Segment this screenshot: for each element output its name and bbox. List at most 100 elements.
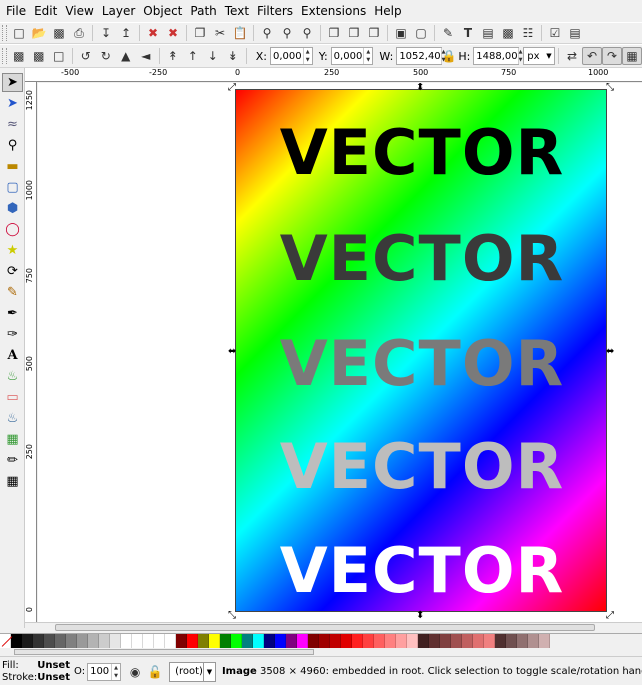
scale-handle-bottom-left[interactable]: ⤡: [228, 611, 236, 621]
paste-icon[interactable]: 📋: [230, 24, 250, 42]
color-swatch[interactable]: [319, 634, 330, 649]
scale-stroke-icon[interactable]: ⇄: [562, 47, 582, 65]
menu-view[interactable]: View: [61, 0, 97, 22]
unit-select[interactable]: px ▼: [523, 47, 555, 65]
selector-tool-icon[interactable]: ➤: [2, 73, 23, 92]
zoom-page-icon[interactable]: ⚲: [297, 24, 317, 42]
color-swatch[interactable]: [418, 634, 429, 649]
color-swatch[interactable]: [286, 634, 297, 649]
color-swatch[interactable]: [231, 634, 242, 649]
stroke-indicator[interactable]: Unset: [37, 672, 70, 684]
measure-tool-icon[interactable]: ▬: [2, 157, 23, 176]
color-swatch[interactable]: [99, 634, 110, 649]
eraser-tool-icon[interactable]: ▭: [2, 388, 23, 407]
color-swatch[interactable]: [176, 634, 187, 649]
menu-filters[interactable]: Filters: [253, 0, 297, 22]
color-swatch[interactable]: [209, 634, 220, 649]
ellipse-tool-icon[interactable]: ◯: [2, 220, 23, 239]
swatch-none[interactable]: [0, 634, 11, 649]
color-swatch[interactable]: [407, 634, 418, 649]
layer-select[interactable]: (root) ▼: [169, 661, 216, 682]
color-swatch[interactable]: [44, 634, 55, 649]
color-swatch[interactable]: [539, 634, 550, 649]
calligraphy-tool-icon[interactable]: ✑: [2, 325, 23, 344]
color-swatch[interactable]: [154, 634, 165, 649]
color-swatch[interactable]: [143, 634, 154, 649]
menu-file[interactable]: File: [2, 0, 30, 22]
rotate-ccw-icon[interactable]: ↺: [76, 47, 96, 65]
import-icon[interactable]: ↧: [96, 24, 116, 42]
color-swatch[interactable]: [308, 634, 319, 649]
copy-icon[interactable]: ❐: [190, 24, 210, 42]
color-swatch[interactable]: [132, 634, 143, 649]
scale-handle-bottom-right[interactable]: ⤢: [606, 611, 614, 621]
menu-path[interactable]: Path: [186, 0, 220, 22]
node-tool-icon[interactable]: ➤: [2, 94, 23, 113]
duplicate-icon[interactable]: ❐: [324, 24, 344, 42]
color-swatch[interactable]: [33, 634, 44, 649]
align-icon[interactable]: ☷: [518, 24, 538, 42]
layer-lock-icon[interactable]: 🔓: [145, 663, 165, 681]
color-swatch[interactable]: [429, 634, 440, 649]
color-swatch[interactable]: [220, 634, 231, 649]
pencil-tool-icon[interactable]: ✎: [2, 283, 23, 302]
document-properties-icon[interactable]: ▤: [565, 24, 585, 42]
palette-scroll-thumb[interactable]: [14, 649, 314, 655]
scale-handle-bottom[interactable]: ⬍: [416, 611, 424, 621]
color-swatch[interactable]: [506, 634, 517, 649]
menu-text[interactable]: Text: [221, 0, 253, 22]
opacity-field[interactable]: 100 ▲ ▼: [87, 662, 122, 681]
preferences-icon[interactable]: ☑: [545, 24, 565, 42]
raise-icon[interactable]: ↑: [183, 47, 203, 65]
cut-icon[interactable]: ✂: [210, 24, 230, 42]
gradient-image[interactable]: VECTOR VECTOR VECTOR VECTOR VECTOR: [235, 89, 607, 612]
move-gradients-icon[interactable]: ↷: [602, 47, 622, 65]
undo-icon[interactable]: ✖: [143, 24, 163, 42]
text-font-icon[interactable]: T: [458, 24, 478, 42]
deselect-icon[interactable]: □: [49, 47, 69, 65]
print-icon[interactable]: ⎙: [69, 24, 89, 42]
move-patterns-icon[interactable]: ▦: [622, 47, 642, 65]
ungroup-icon[interactable]: ▢: [411, 24, 431, 42]
flip-vertical-icon[interactable]: ◄: [136, 47, 156, 65]
color-swatch[interactable]: [528, 634, 539, 649]
menu-help[interactable]: Help: [370, 0, 405, 22]
color-swatch[interactable]: [242, 634, 253, 649]
menu-edit[interactable]: Edit: [30, 0, 61, 22]
color-swatch[interactable]: [198, 634, 209, 649]
color-swatch[interactable]: [253, 634, 264, 649]
scale-handle-right[interactable]: ⬌: [606, 347, 614, 357]
color-swatch[interactable]: [22, 634, 33, 649]
color-swatch[interactable]: [121, 634, 132, 649]
color-swatch[interactable]: [385, 634, 396, 649]
paint-bucket-tool-icon[interactable]: ♨: [2, 409, 23, 428]
zoom-tool-icon[interactable]: ⚲: [2, 136, 23, 155]
color-swatch[interactable]: [517, 634, 528, 649]
color-swatch[interactable]: [440, 634, 451, 649]
color-swatch[interactable]: [341, 634, 352, 649]
flip-horizontal-icon[interactable]: ▲: [116, 47, 136, 65]
zoom-selection-icon[interactable]: ⚲: [257, 24, 277, 42]
color-swatch[interactable]: [66, 634, 77, 649]
color-swatch[interactable]: [55, 634, 66, 649]
menu-layer[interactable]: Layer: [98, 0, 139, 22]
width-field[interactable]: 1052,40 ▲ ▼: [396, 47, 446, 65]
save-icon[interactable]: ▩: [49, 24, 69, 42]
color-swatch[interactable]: [330, 634, 341, 649]
color-swatch[interactable]: [374, 634, 385, 649]
spray-tool-icon[interactable]: ♨: [2, 367, 23, 386]
new-document-icon[interactable]: □: [9, 24, 29, 42]
redo-icon[interactable]: ✖: [163, 24, 183, 42]
spiral-tool-icon[interactable]: ⟳: [2, 262, 23, 281]
color-swatch[interactable]: [462, 634, 473, 649]
horizontal-scrollbar[interactable]: [25, 622, 642, 632]
rotate-cw-icon[interactable]: ↻: [96, 47, 116, 65]
connector-tool-icon[interactable]: ▦: [2, 472, 23, 491]
horizontal-ruler[interactable]: -500 -250 0 250 500 750 1000: [25, 68, 642, 82]
opacity-spin-arrows[interactable]: ▲ ▼: [111, 663, 120, 680]
select-all-icon[interactable]: ▩: [9, 47, 29, 65]
y-field[interactable]: 0,000 ▲ ▼: [330, 47, 374, 65]
xml-editor-icon[interactable]: ▩: [498, 24, 518, 42]
width-spin-arrows[interactable]: ▲ ▼: [440, 48, 446, 64]
color-swatch[interactable]: [165, 634, 176, 649]
